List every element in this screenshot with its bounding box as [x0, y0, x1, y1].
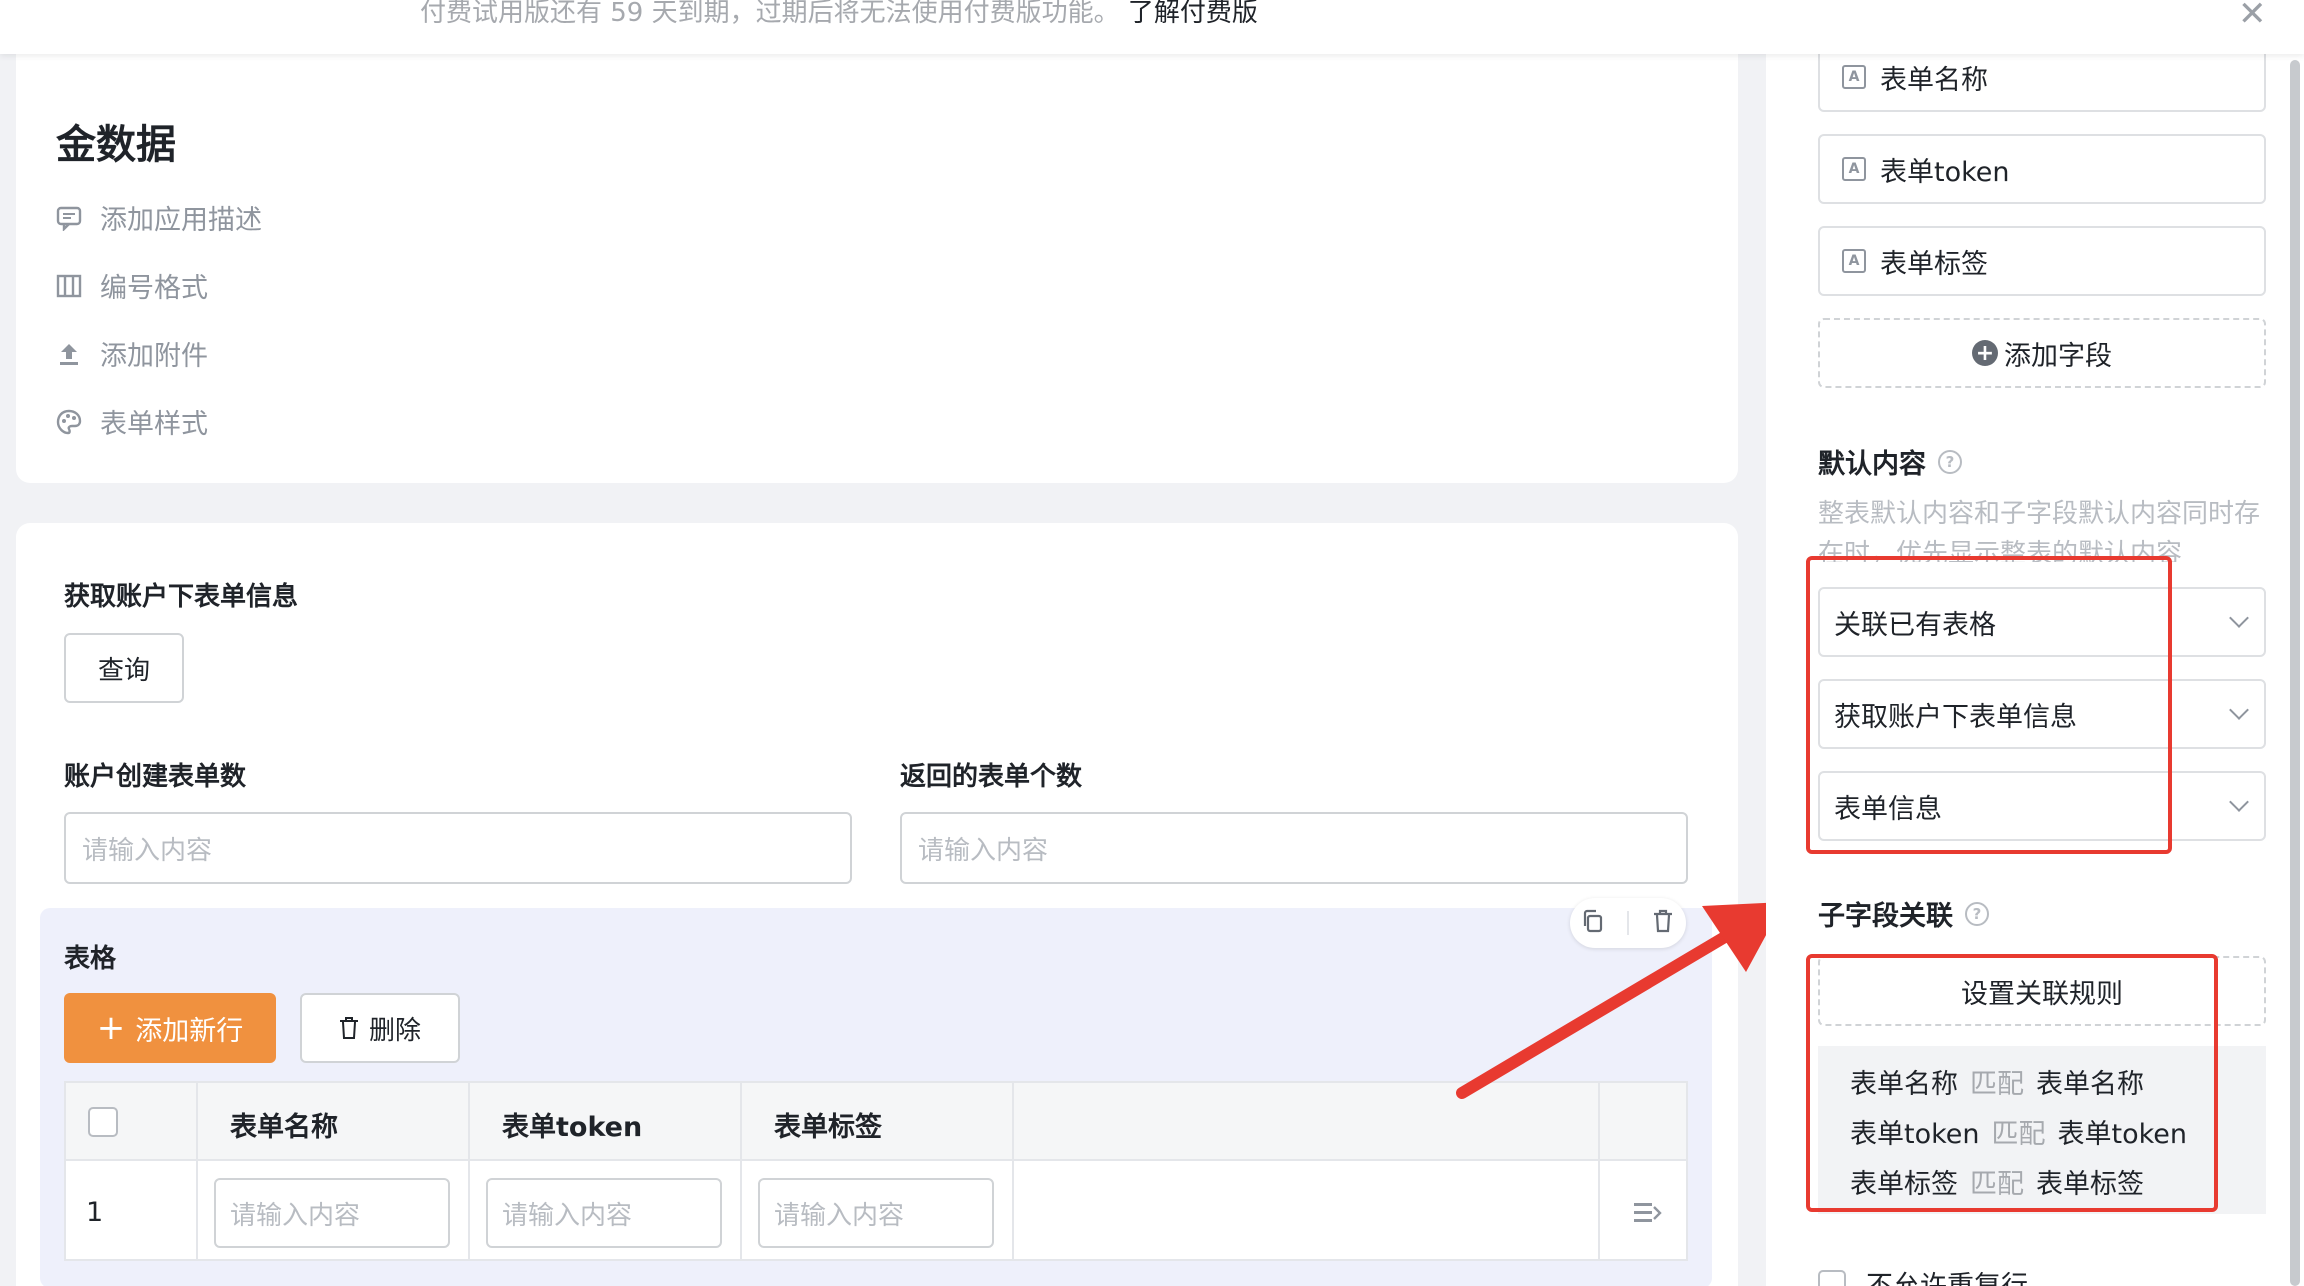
banner-text: 付费试用版还有 59 天到期，过期后将无法使用付费版功能。 了解付费版	[420, 0, 1258, 29]
cell-input[interactable]: 请输入内容	[486, 1178, 722, 1248]
column-header: 表单标签	[774, 1112, 882, 1143]
add-row-button[interactable]: + 添加新行	[64, 993, 276, 1063]
query-section-title: 获取账户下表单信息	[64, 582, 299, 612]
table-title: 表格	[64, 944, 117, 974]
column-header: 表单名称	[230, 1112, 338, 1143]
column-divider	[196, 1083, 198, 1259]
query-button[interactable]: 查询	[64, 633, 184, 703]
add-row-label: 添加新行	[135, 1015, 244, 1047]
form-count-input[interactable]: 请输入内容	[64, 812, 852, 884]
add-description-link[interactable]: 添加应用描述	[56, 198, 262, 237]
sub-field-label: 表单标签	[1880, 248, 1988, 280]
default-content-title: 默认内容 ?	[1818, 442, 1962, 481]
no-duplicate-checkbox[interactable]	[1818, 1270, 1846, 1286]
section-title: 子字段关联	[1818, 901, 1953, 932]
link-label: 表单样式	[100, 409, 208, 440]
link-label: 添加附件	[100, 341, 208, 372]
annotation-arrow	[1456, 902, 1784, 1099]
trial-banner: 付费试用版还有 59 天到期，过期后将无法使用付费版功能。 了解付费版 ✕	[0, 0, 2304, 54]
chevron-down-icon	[2229, 792, 2249, 812]
form-style-link[interactable]: 表单样式	[56, 402, 208, 441]
no-duplicate-label: 不允许重复行	[1866, 1264, 2028, 1286]
plus-circle-icon: +	[1972, 340, 1998, 366]
comment-icon	[56, 205, 82, 231]
plus-icon: +	[96, 1008, 126, 1048]
add-field-button[interactable]: + 添加字段	[1818, 318, 2266, 388]
delete-label: 删除	[368, 1015, 421, 1046]
sub-field-label: 表单名称	[1880, 64, 1988, 96]
cell-input[interactable]: 请输入内容	[758, 1178, 994, 1248]
row-detail-icon[interactable]	[1632, 1199, 1662, 1231]
help-icon[interactable]: ?	[1965, 901, 1989, 926]
annotation-box-default-content	[1806, 556, 2172, 854]
column-divider	[468, 1083, 470, 1259]
banner-message: 付费试用版还有 59 天到期，过期后将无法使用付费版功能。	[420, 0, 1120, 28]
sub-field-link-title: 子字段关联 ?	[1818, 894, 1989, 933]
sub-field-item[interactable]: A 表单标签	[1818, 226, 2266, 296]
number-format-link[interactable]: 编号格式	[56, 266, 208, 305]
chevron-down-icon	[2229, 608, 2249, 628]
close-icon[interactable]: ✕	[2238, 0, 2267, 34]
section-title: 默认内容	[1818, 449, 1926, 480]
text-field-icon: A	[1842, 249, 1866, 273]
row-index: 1	[86, 1197, 104, 1228]
upload-icon	[56, 341, 82, 367]
app-title: 金数据	[56, 122, 176, 168]
chevron-down-icon	[2229, 700, 2249, 720]
link-label: 编号格式	[100, 273, 208, 304]
trash-icon	[339, 1016, 359, 1040]
app-info-card	[16, 30, 1738, 483]
column-divider	[740, 1083, 742, 1259]
sub-field-item[interactable]: A 表单token	[1818, 134, 2266, 204]
text-field-icon: A	[1842, 65, 1866, 89]
column-divider	[1012, 1083, 1014, 1259]
banner-link[interactable]: 了解付费版	[1128, 0, 1258, 28]
delete-button[interactable]: 删除	[300, 993, 460, 1063]
select-all-checkbox[interactable]	[88, 1107, 118, 1137]
default-content-hint: 整表默认内容和子字段默认内容同时存在时，优先显示整表的默认内容	[1818, 499, 2261, 562]
returned-count-input[interactable]: 请输入内容	[900, 812, 1688, 884]
add-attachment-link[interactable]: 添加附件	[56, 334, 208, 373]
help-icon[interactable]: ?	[1938, 449, 1962, 474]
annotation-box-sub-field	[1806, 954, 2218, 1212]
cell-input[interactable]: 请输入内容	[214, 1178, 450, 1248]
link-label: 添加应用描述	[100, 205, 262, 236]
text-field-icon: A	[1842, 157, 1866, 181]
field-label: 账户创建表单数	[64, 762, 247, 792]
number-format-icon	[56, 273, 82, 299]
sub-field-label: 表单token	[1880, 156, 2010, 188]
column-header: 表单token	[502, 1112, 643, 1143]
panel-scrollbar[interactable]	[2290, 60, 2300, 1286]
palette-icon	[56, 409, 82, 435]
add-field-label: 添加字段	[2004, 340, 2112, 372]
field-label: 返回的表单个数	[900, 762, 1083, 792]
